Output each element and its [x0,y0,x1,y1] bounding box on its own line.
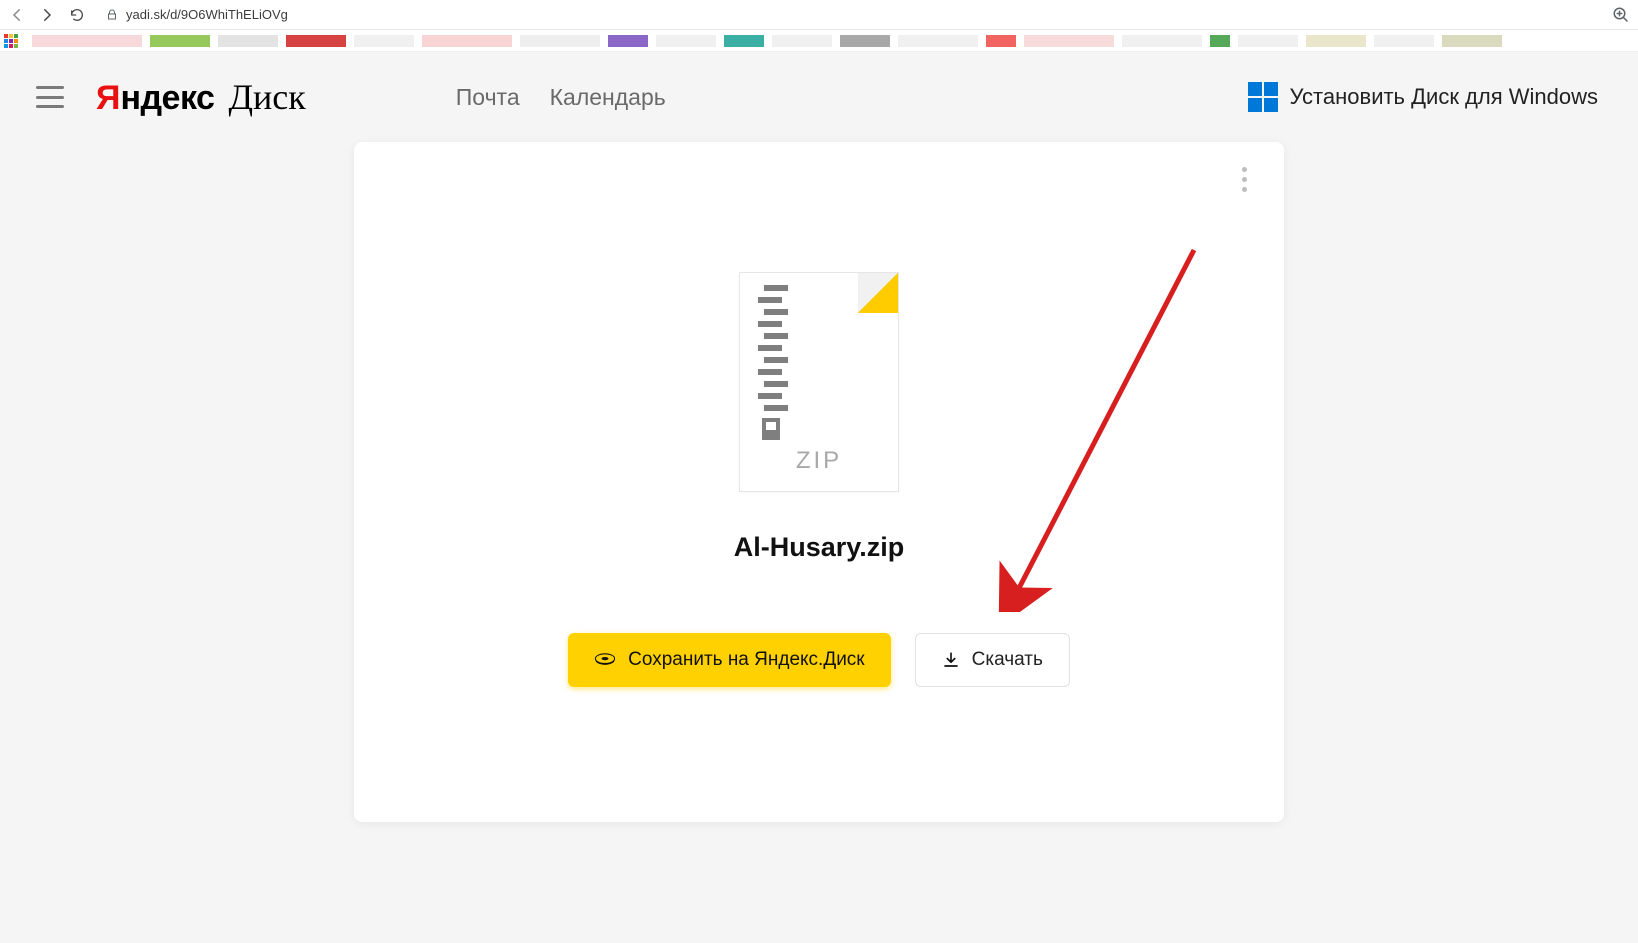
file-preview-area: ZIP Al-Husary.zip Сохранить на Яндекс.Ди… [384,162,1254,687]
zip-file-icon: ZIP [739,272,899,492]
browser-toolbar: yadi.sk/d/9O6WhiThELiOVg [0,0,1638,30]
url-text: yadi.sk/d/9O6WhiThELiOVg [126,7,288,22]
nav-calendar[interactable]: Календарь [550,84,666,111]
lock-icon [106,8,118,22]
back-button[interactable] [8,6,26,24]
download-icon [942,651,960,669]
file-name: Al-Husary.zip [734,532,905,563]
file-card: ZIP Al-Husary.zip Сохранить на Яндекс.Ди… [354,142,1284,822]
action-buttons: Сохранить на Яндекс.Диск Скачать [568,633,1070,687]
yandex-disk-icon [594,652,616,668]
header-nav: Почта Календарь [456,84,666,111]
file-type-label: ZIP [740,447,898,475]
page-header: Яндекс Диск Почта Календарь Установить Д… [0,52,1638,142]
install-label: Установить Диск для Windows [1290,84,1598,110]
apps-icon[interactable] [4,34,18,48]
save-to-disk-button[interactable]: Сохранить на Яндекс.Диск [568,633,891,687]
reload-button[interactable] [68,6,86,24]
page-content: Яндекс Диск Почта Календарь Установить Д… [0,52,1638,943]
menu-button[interactable] [36,86,64,108]
zoom-indicator-icon[interactable] [1612,6,1630,24]
logo-brand-rest: ндекс [120,79,214,117]
yandex-disk-logo[interactable]: Яндекс Диск [96,76,306,118]
address-bar[interactable]: yadi.sk/d/9O6WhiThELiOVg [98,7,1600,22]
download-button-label: Скачать [972,649,1043,671]
logo-brand-first-letter: Я [96,79,120,117]
nav-mail[interactable]: Почта [456,84,520,111]
save-button-label: Сохранить на Яндекс.Диск [628,649,865,671]
windows-icon [1248,82,1278,112]
forward-button[interactable] [38,6,56,24]
download-button[interactable]: Скачать [915,633,1070,687]
logo-product: Диск [228,76,305,118]
more-options-button[interactable] [1232,164,1256,194]
bookmarks-bar [0,30,1638,52]
install-disk-windows-link[interactable]: Установить Диск для Windows [1248,82,1598,112]
